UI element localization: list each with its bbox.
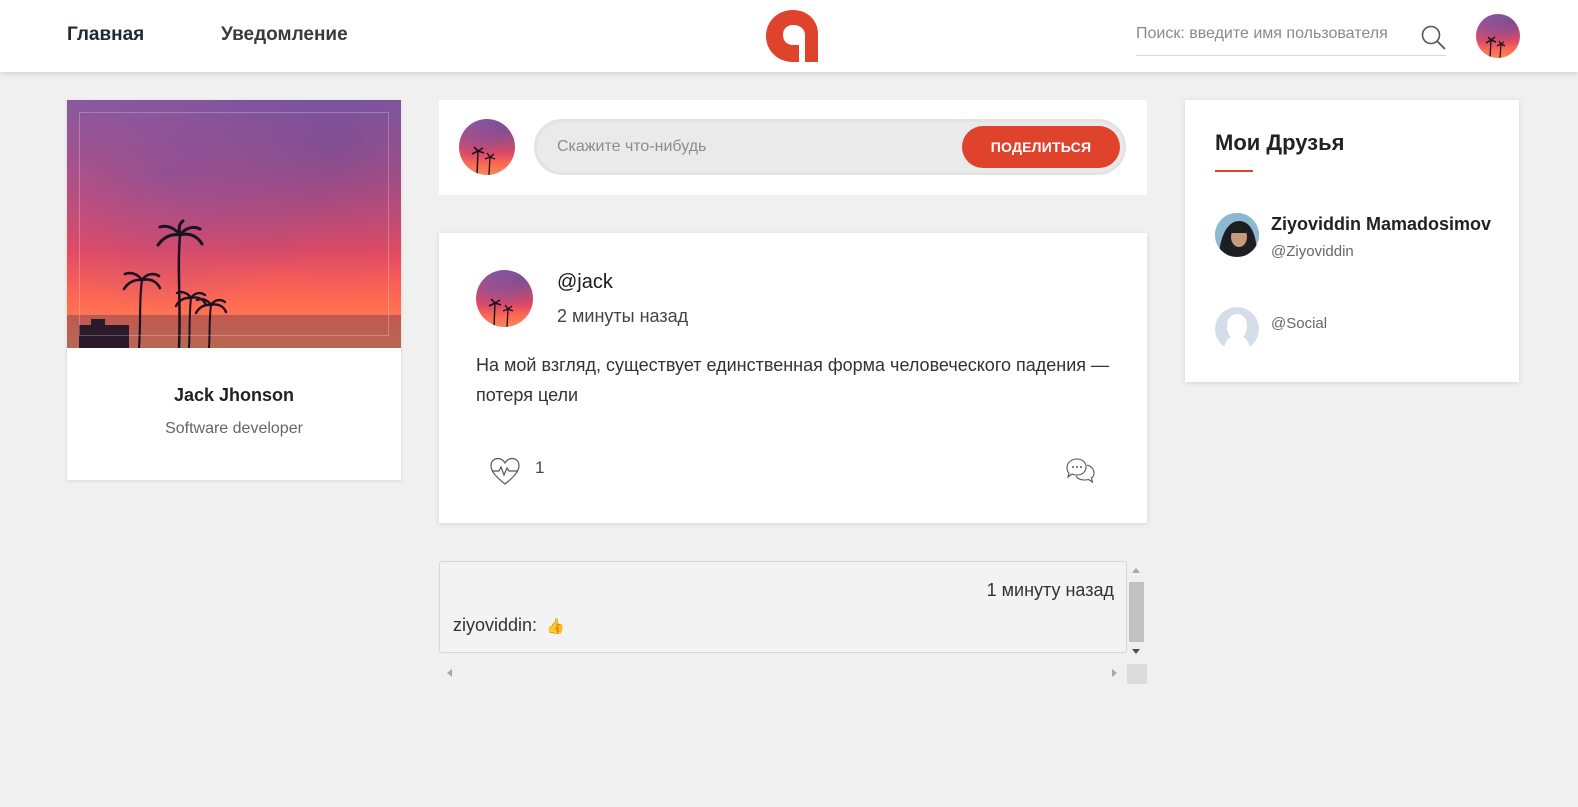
post-author-handle[interactable]: @jack [557, 271, 613, 294]
title-underline [1215, 170, 1253, 172]
comment-item: ziyoviddin: 👍 [453, 615, 565, 636]
search-bar [1136, 16, 1446, 56]
friend-handle[interactable]: @Ziyoviddin [1271, 243, 1354, 260]
post-input[interactable] [557, 134, 937, 160]
post-timestamp: 2 минуты назад [557, 306, 689, 326]
friend-avatar[interactable] [1215, 213, 1259, 257]
friends-card: Мои Друзья Ziyoviddin Mamadosimov @Ziyov… [1185, 100, 1519, 382]
comment-author: ziyoviddin: [453, 615, 538, 635]
friend-name[interactable]: Ziyoviddin Mamadosimov [1271, 214, 1491, 235]
heart-pulse-icon[interactable] [489, 456, 521, 486]
post-text: На мой взгляд, существует единственная ф… [476, 355, 1110, 405]
search-icon[interactable] [1420, 24, 1446, 50]
post-composer: ПОДЕЛИТЬСЯ [439, 100, 1147, 195]
composer-avatar [459, 119, 515, 175]
scroll-up-icon[interactable] [1132, 568, 1140, 573]
app-logo[interactable] [766, 10, 820, 62]
like-count: 1 [535, 458, 545, 477]
nav-notifications-link[interactable]: Уведомление [221, 24, 348, 46]
thumbs-up-emoji: 👍 [546, 618, 565, 635]
scrollbar-corner [1127, 664, 1147, 684]
default-avatar-icon[interactable] [1215, 307, 1259, 351]
profile-card: Jack Jhonson Software developer [67, 100, 401, 480]
user-avatar[interactable] [1476, 14, 1520, 58]
cover-frame [79, 112, 389, 336]
profile-cover-image [67, 100, 401, 348]
nav-home-link[interactable]: Главная [67, 24, 144, 46]
scrollbar-thumb[interactable] [1129, 582, 1144, 642]
share-button[interactable]: ПОДЕЛИТЬСЯ [962, 126, 1120, 168]
scroll-left-icon[interactable] [447, 669, 452, 677]
comment-timestamp: 1 минуту назад [986, 580, 1114, 600]
top-navbar: Главная Уведомление [0, 0, 1578, 72]
post-card: @jack 2 минуты назад На мой взгляд, суще… [439, 233, 1147, 523]
composer-field: ПОДЕЛИТЬСЯ [534, 119, 1126, 175]
comments-list[interactable]: 1 минуту назад ziyoviddin: 👍 [439, 561, 1127, 653]
friend-handle[interactable]: @Social [1271, 315, 1327, 332]
post-author-avatar[interactable] [476, 270, 533, 327]
comments-horizontal-scrollbar[interactable] [439, 664, 1127, 684]
scroll-down-icon[interactable] [1132, 649, 1140, 654]
scroll-right-icon[interactable] [1112, 669, 1117, 677]
profile-role: Software developer [165, 420, 303, 437]
comment-bubbles-icon[interactable] [1064, 456, 1096, 484]
comments-vertical-scrollbar[interactable] [1127, 562, 1146, 662]
search-input[interactable] [1136, 20, 1406, 48]
friends-title: Мои Друзья [1215, 130, 1345, 155]
profile-name: Jack Jhonson [173, 385, 295, 405]
